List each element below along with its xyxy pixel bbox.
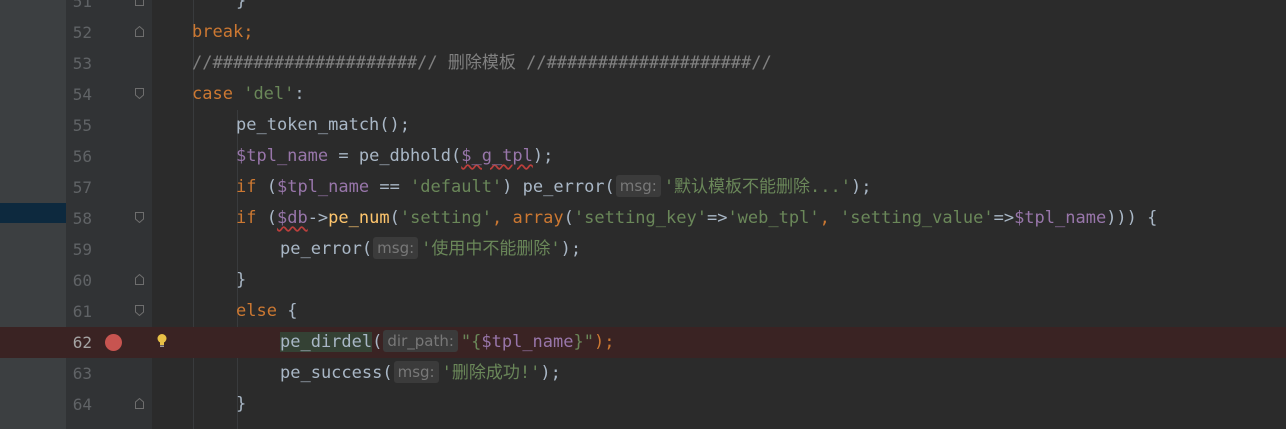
parameter-hint: msg: [615, 175, 661, 197]
code-text: $tpl_name = pe_dbhold($_g_tpl); [236, 146, 554, 166]
line-number: 60 [72, 271, 92, 290]
fold-marker-icon[interactable] [135, 26, 144, 37]
code-line[interactable]: 52 break; [0, 17, 1286, 48]
line-number: 53 [72, 54, 92, 73]
code-line[interactable]: 57 if ($tpl_name == 'default') pe_error(… [0, 172, 1286, 203]
code-line[interactable]: 58 if ($db->pe_num('setting', array('set… [0, 203, 1286, 234]
code-text: } [236, 0, 247, 11]
parameter-hint: msg: [393, 361, 439, 383]
code-text: case 'del': [192, 84, 305, 104]
fold-marker-icon[interactable] [135, 88, 144, 99]
line-number: 51 [72, 0, 92, 11]
code-line[interactable]: 56 $tpl_name = pe_dbhold($_g_tpl); [0, 141, 1286, 172]
code-line[interactable]: 59 pe_error(msg: '使用中不能删除'); [0, 234, 1286, 265]
code-text: if ($tpl_name == 'default') pe_error(msg… [236, 175, 872, 197]
code-text: } [236, 394, 247, 414]
code-line[interactable]: 60 } [0, 265, 1286, 296]
fold-marker-icon[interactable] [135, 398, 144, 409]
line-number: 59 [72, 240, 92, 259]
code-line[interactable]: 55 pe_token_match(); [0, 110, 1286, 141]
code-text: if ($db->pe_num('setting', array('settin… [236, 208, 1158, 228]
code-line[interactable]: 64 } [0, 389, 1286, 420]
code-line[interactable]: 54 case 'del': [0, 79, 1286, 110]
line-number: 64 [72, 395, 92, 414]
code-text: pe_token_match(); [236, 115, 411, 135]
code-text: pe_dirdel(dir_path: "{$tpl_name}"); [280, 330, 615, 352]
code-line[interactable]: 63 pe_success(msg: '删除成功!'); [0, 358, 1286, 389]
code-text: pe_error(msg: '使用中不能删除'); [280, 237, 582, 259]
line-number: 57 [72, 178, 92, 197]
code-text: pe_success(msg: '删除成功!'); [280, 361, 561, 383]
line-number: 62 [72, 333, 92, 352]
line-number: 52 [72, 23, 92, 42]
parameter-hint: msg: [373, 237, 419, 259]
code-text: break; [192, 22, 254, 42]
parameter-hint: dir_path: [383, 330, 458, 352]
lightbulb-icon[interactable] [156, 333, 168, 349]
code-text: } [236, 270, 247, 290]
line-number: 58 [72, 209, 92, 228]
code-text: //####################// 删除模板 //########… [192, 53, 772, 73]
fold-marker-icon[interactable] [135, 0, 144, 6]
fold-marker-icon[interactable] [135, 305, 144, 316]
code-line[interactable]: 51 } [0, 0, 1286, 17]
fold-marker-icon[interactable] [135, 212, 144, 223]
line-number: 56 [72, 147, 92, 166]
fold-marker-icon[interactable] [135, 274, 144, 285]
code-line-breakpoint[interactable]: 62 pe_dirdel(dir_path: "{$tpl_name}"); [0, 327, 1286, 358]
code-line[interactable]: 61 else { [0, 296, 1286, 327]
line-number: 63 [72, 364, 92, 383]
code-line[interactable]: 53 //####################// 删除模板 //#####… [0, 48, 1286, 79]
line-number: 54 [72, 85, 92, 104]
breakpoint-icon[interactable] [105, 334, 122, 351]
line-number: 55 [72, 116, 92, 135]
line-number: 61 [72, 302, 92, 321]
code-text: else { [236, 301, 298, 321]
